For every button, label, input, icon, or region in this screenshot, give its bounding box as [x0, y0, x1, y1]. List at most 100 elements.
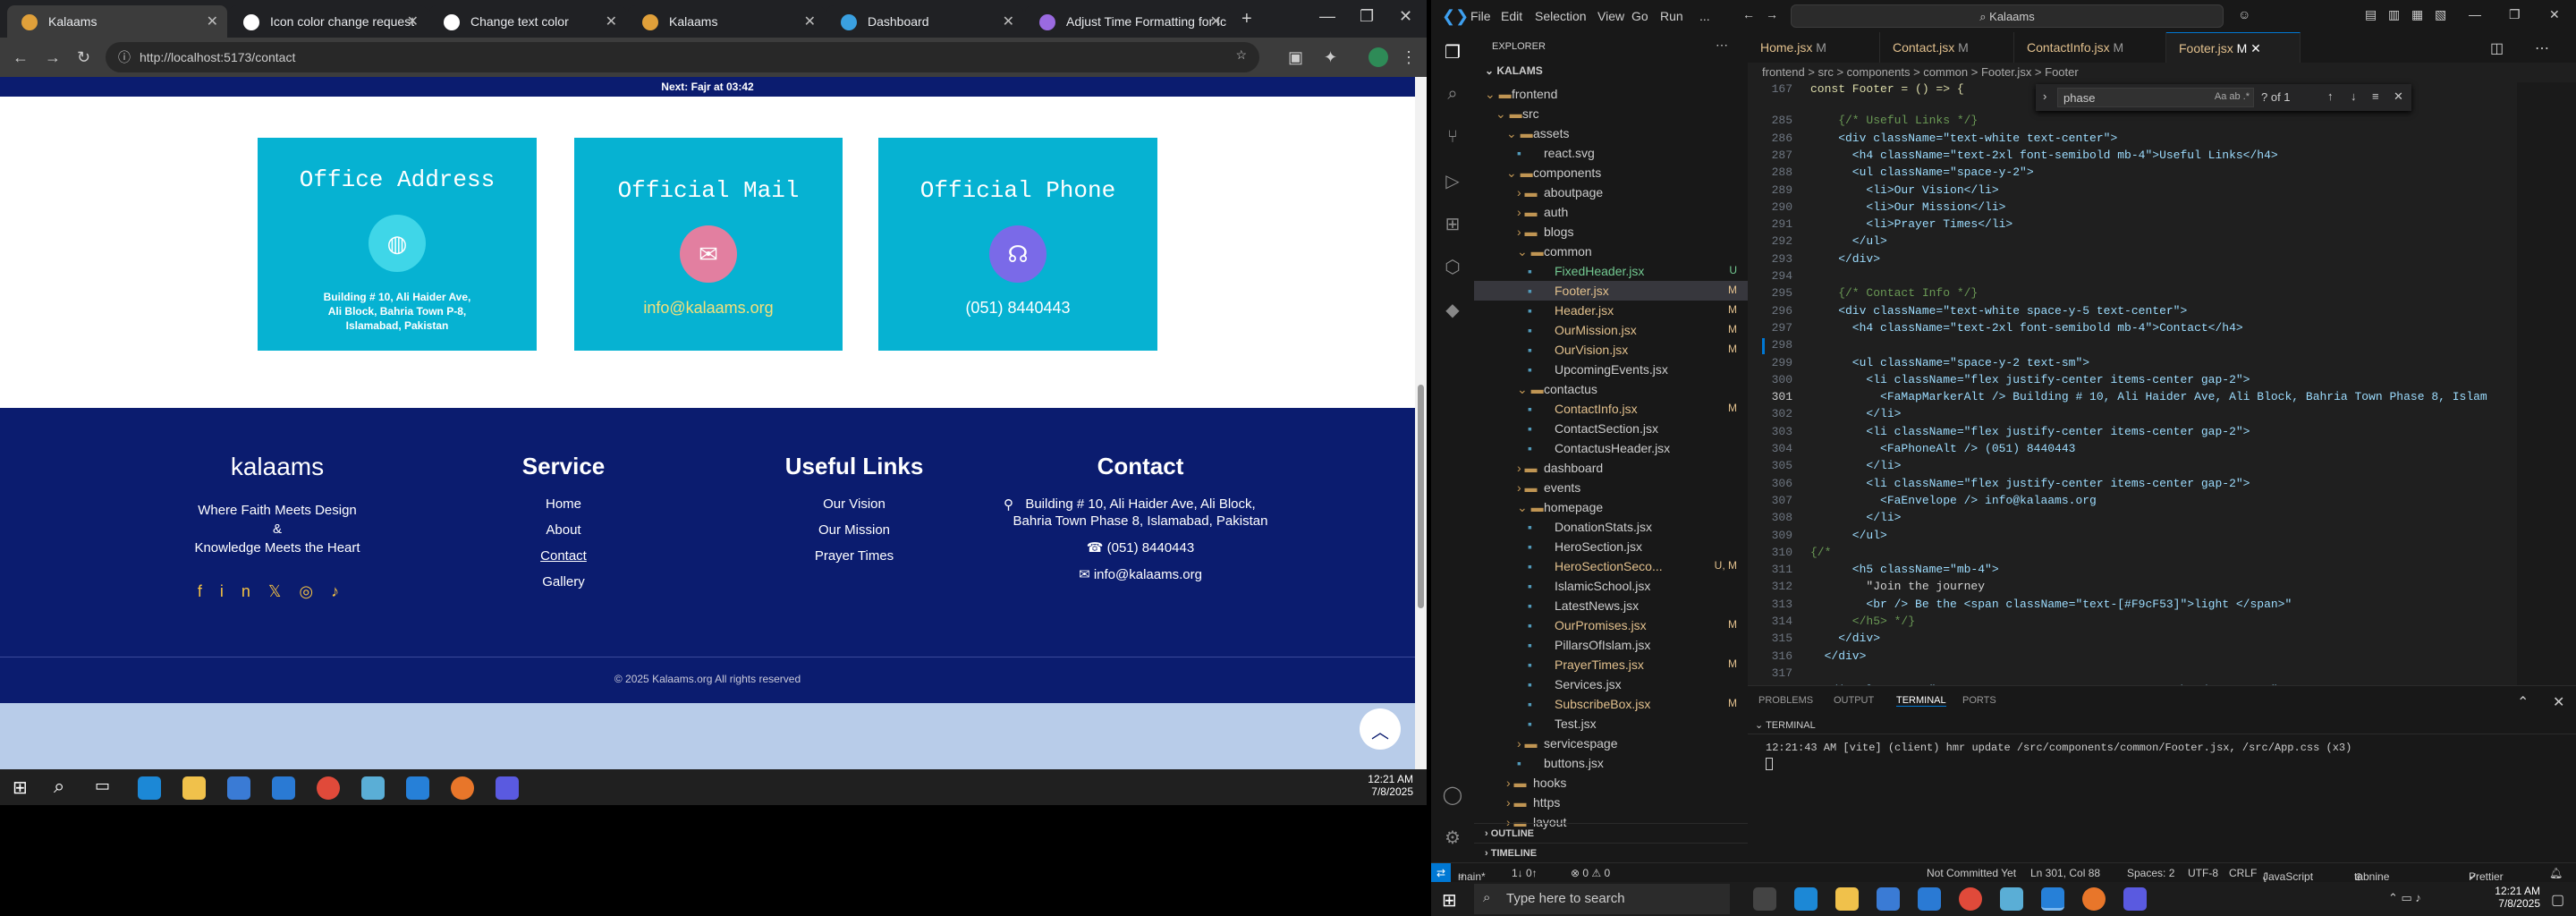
taskbar-search-box[interactable]: ⌕ Type here to search: [1474, 884, 1730, 914]
panel-toggle-icon[interactable]: ▦: [2411, 7, 2423, 22]
maximize-panel-icon[interactable]: ⌃: [2517, 693, 2529, 711]
file-tree-item[interactable]: › ▬ events: [1474, 478, 1748, 497]
edge-icon[interactable]: [138, 776, 161, 800]
browser-tab-6[interactable]: Adjust Time Formatting for Ic ✕: [1025, 5, 1231, 38]
store-icon[interactable]: [1877, 887, 1900, 911]
zoom-icon[interactable]: [496, 776, 519, 800]
x-icon[interactable]: 𝕏: [268, 582, 300, 600]
forward-arrow-icon[interactable]: →: [1766, 7, 1778, 21]
puzzle-icon[interactable]: ✦: [1324, 48, 1337, 67]
workspace-root[interactable]: ⌄ KALAMS: [1485, 64, 1543, 77]
account-icon[interactable]: ◯: [1442, 784, 1463, 805]
app-icon[interactable]: [2000, 887, 2023, 911]
file-tree-item[interactable]: ▪ UpcomingEvents.jsx: [1474, 360, 1748, 379]
footer-link[interactable]: Our Mission: [769, 522, 939, 538]
commit-status[interactable]: Not Committed Yet: [1927, 867, 2016, 879]
tab-ports[interactable]: PORTS: [1962, 695, 1996, 706]
linkedin-icon[interactable]: in: [220, 582, 268, 600]
file-tree-item[interactable]: ▪ react.svg: [1474, 143, 1748, 163]
code-editor[interactable]: 167 const Footer = () => {285 {/* Useful …: [1748, 82, 2576, 685]
file-tree-item[interactable]: ▪ buttons.jsx: [1474, 753, 1748, 773]
menu-view[interactable]: View: [1597, 9, 1624, 23]
back-arrow-icon[interactable]: ←: [1742, 7, 1755, 21]
file-tree-item[interactable]: ▪ Header.jsx M: [1474, 301, 1748, 320]
extension-icon[interactable]: ▣: [1288, 48, 1303, 67]
profile-avatar[interactable]: [1368, 47, 1388, 67]
maximize-icon[interactable]: ❐: [1360, 7, 1374, 26]
file-tree-item[interactable]: › ▬ https: [1474, 793, 1748, 812]
tab-output[interactable]: OUTPUT: [1834, 695, 1874, 706]
file-tree-item[interactable]: ⌄ ▬ assets: [1474, 123, 1748, 143]
maximize-icon[interactable]: ❐: [2509, 7, 2521, 22]
command-center-search[interactable]: ⌕ Kalaams: [1791, 4, 2224, 28]
file-tree-item[interactable]: ▪ LatestNews.jsx: [1474, 596, 1748, 615]
previous-match-icon[interactable]: ↑: [2327, 89, 2334, 103]
bookmark-star-icon[interactable]: ☆: [1235, 47, 1247, 63]
file-tree-item[interactable]: ▪ FixedHeader.jsx U: [1474, 261, 1748, 281]
timeline-section[interactable]: › TIMELINE: [1474, 843, 1748, 862]
close-window-icon[interactable]: ✕: [2549, 7, 2560, 22]
line-ending[interactable]: CRLF: [2229, 867, 2257, 879]
breadcrumb[interactable]: frontend > src > components > common > F…: [1748, 63, 2576, 82]
bell-icon[interactable]: 🔔︎: [2549, 867, 2563, 879]
url-input[interactable]: ⓘ http://localhost:5173/contact ☆: [106, 42, 1259, 72]
file-tree-item[interactable]: ▪ OurMission.jsx M: [1474, 320, 1748, 340]
mail-icon[interactable]: [1918, 887, 1941, 911]
close-find-icon[interactable]: ✕: [2394, 89, 2403, 104]
file-tree-item[interactable]: ⌄ ▬ frontend: [1474, 84, 1748, 104]
layout-icon[interactable]: ▤: [2365, 7, 2377, 22]
chrome-icon[interactable]: [317, 776, 340, 800]
file-tree-item[interactable]: › ▬ hooks: [1474, 773, 1748, 793]
explorer-icon[interactable]: ❐: [1442, 41, 1463, 63]
sidebar-toggle-icon[interactable]: ▥: [2388, 7, 2400, 22]
chrome-icon[interactable]: [1959, 887, 1982, 911]
file-tree-item[interactable]: ⌄ ▬ src: [1474, 104, 1748, 123]
file-tree-item[interactable]: ▪ OurPromises.jsx M: [1474, 615, 1748, 635]
file-tree-item[interactable]: ▪ IslamicSchool.jsx: [1474, 576, 1748, 596]
file-tree-item[interactable]: › ▬ auth: [1474, 202, 1748, 222]
firefox-icon[interactable]: [2082, 887, 2106, 911]
browser-tab-4[interactable]: Kalaams ✕: [628, 5, 825, 38]
file-tree-item[interactable]: ⌄ ▬ contactus: [1474, 379, 1748, 399]
clock[interactable]: 12:21 AM 7/8/2025: [2469, 885, 2540, 910]
footer-link[interactable]: Prayer Times: [769, 548, 939, 564]
minimize-icon[interactable]: —: [1319, 7, 1335, 26]
find-input[interactable]: phase Aa ab .*: [2057, 88, 2254, 107]
page-scrollbar-thumb[interactable]: [1418, 385, 1424, 608]
split-editor-icon[interactable]: ◫: [2490, 39, 2504, 57]
file-tree-item[interactable]: › ▬ aboutpage: [1474, 182, 1748, 202]
task-view-icon[interactable]: [1753, 887, 1776, 911]
close-tab-icon[interactable]: ✕: [606, 13, 617, 30]
close-tab-icon[interactable]: ✕: [407, 13, 419, 30]
find-in-selection-icon[interactable]: ≡: [2372, 89, 2379, 103]
notification-icon[interactable]: ▢: [2551, 891, 2564, 909]
file-tree-item[interactable]: ▪ OurVision.jsx M: [1474, 340, 1748, 360]
match-options-icon[interactable]: Aa ab .*: [2215, 91, 2250, 102]
file-tree-item[interactable]: › ▬ servicespage: [1474, 734, 1748, 753]
file-tree-item[interactable]: ▪ DonationStats.jsx: [1474, 517, 1748, 537]
menu-edit[interactable]: Edit: [1501, 9, 1522, 23]
task-view-icon[interactable]: ▭: [95, 776, 110, 795]
menu-more[interactable]: ...: [1699, 9, 1710, 23]
tab-terminal[interactable]: TERMINAL: [1896, 695, 1946, 707]
file-tree-item[interactable]: ▪ Footer.jsx M: [1474, 281, 1748, 301]
editor-tab-contact[interactable]: Contact.jsx M: [1880, 32, 2014, 63]
site-info-icon[interactable]: ⓘ: [118, 48, 131, 66]
file-tree-item[interactable]: ▪ SubscribeBox.jsx M: [1474, 694, 1748, 714]
file-tree-item[interactable]: ▪ PrayerTimes.jsx M: [1474, 655, 1748, 674]
firefox-icon[interactable]: [451, 776, 474, 800]
vscode-icon[interactable]: [406, 776, 429, 800]
vscode-icon[interactable]: [2041, 887, 2064, 911]
close-window-icon[interactable]: ✕: [1399, 7, 1412, 26]
store-icon[interactable]: [227, 776, 250, 800]
file-tree-item[interactable]: ▪ HeroSection.jsx: [1474, 537, 1748, 556]
file-explorer-icon[interactable]: [182, 776, 206, 800]
clock[interactable]: 12:21 AM 7/8/2025: [1342, 773, 1413, 798]
browser-tab-5[interactable]: Dashboard ✕: [826, 5, 1023, 38]
card-email[interactable]: info@kalaams.org: [574, 300, 843, 316]
search-icon[interactable]: ⌕: [54, 775, 64, 798]
more-actions-icon[interactable]: ⋯: [1716, 38, 1728, 53]
remote-indicator-icon[interactable]: ⇄: [1431, 863, 1451, 883]
encoding[interactable]: UTF-8: [2188, 867, 2218, 879]
footer-link[interactable]: Home: [501, 496, 626, 512]
